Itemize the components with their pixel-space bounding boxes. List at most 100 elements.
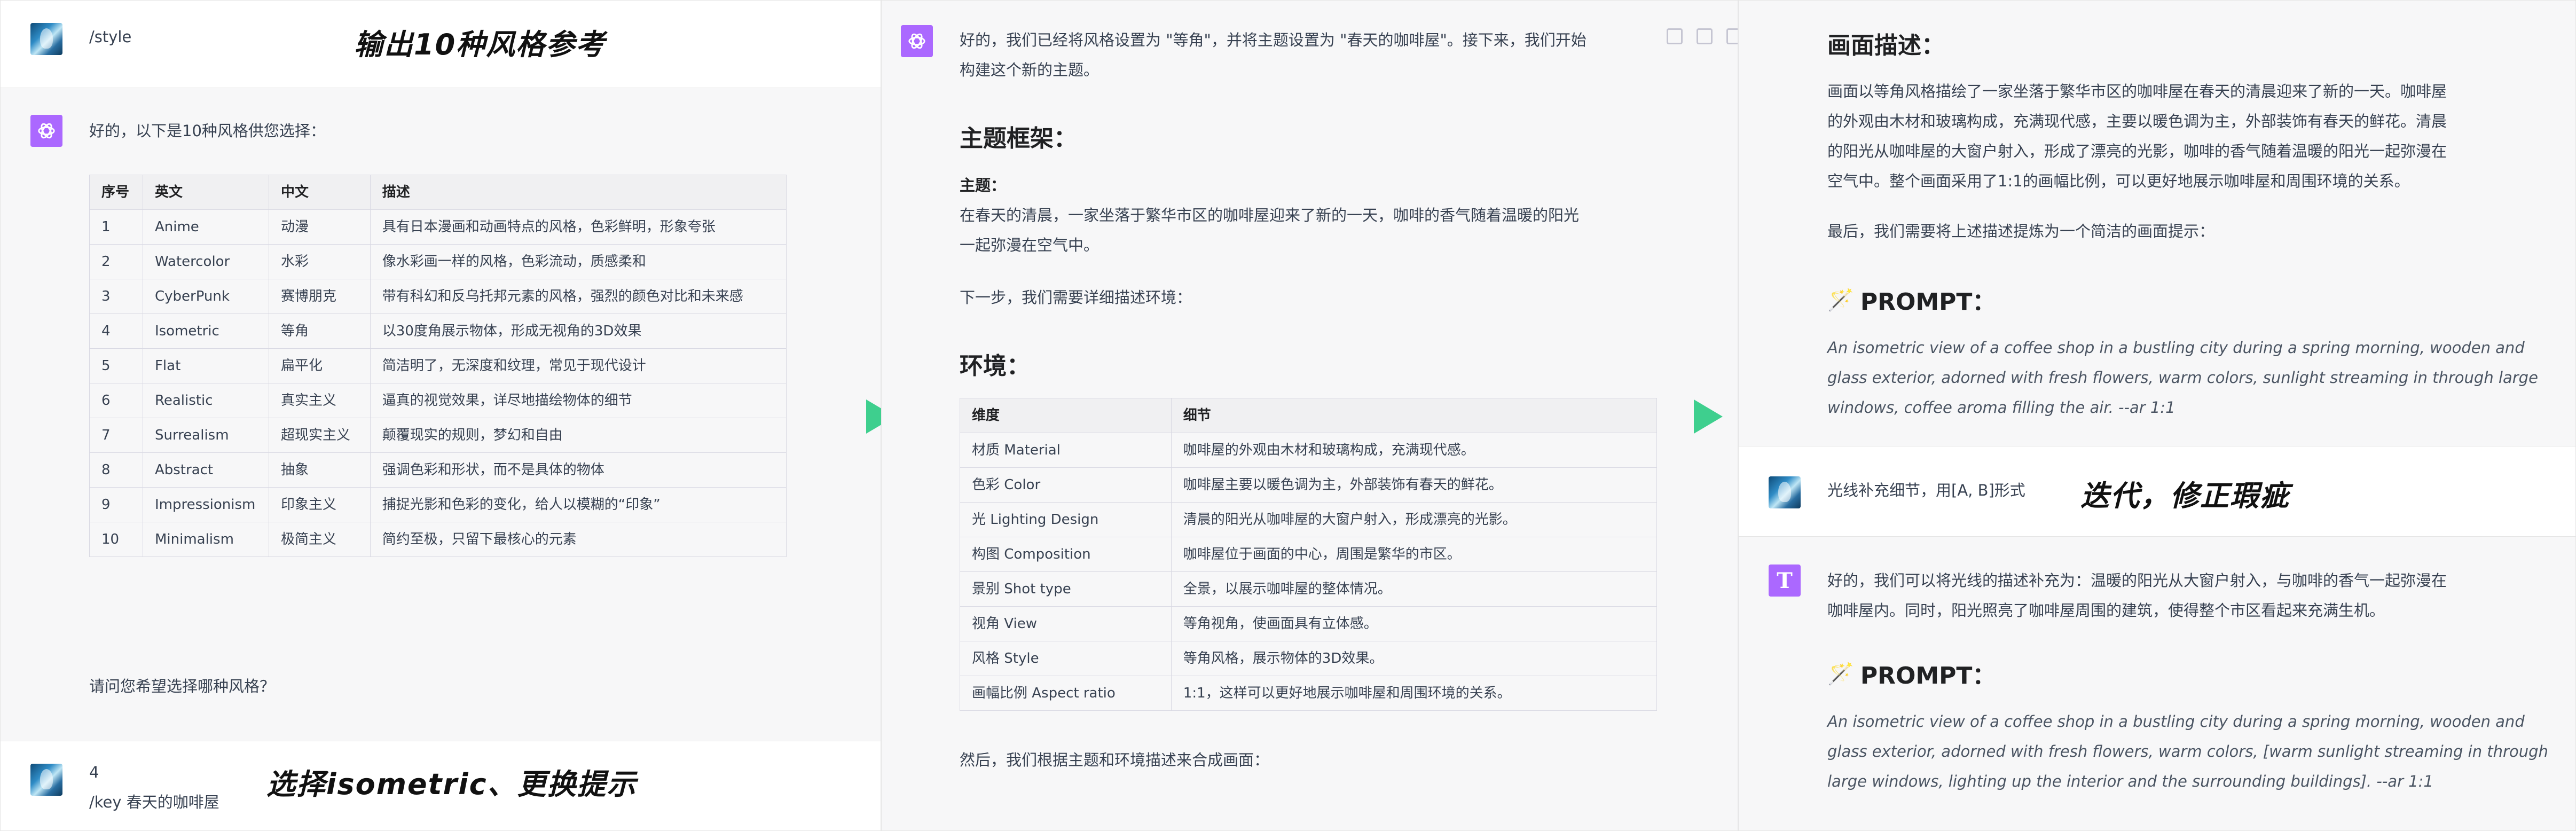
table-cell: 水彩 [268,244,371,279]
table-row: 景别 Shot type 全景，以展示咖啡屋的整体情况。 [960,571,1658,607]
table-cell: 光 Lighting Design [960,502,1172,537]
openai-logo-icon [38,123,55,139]
table-header-cell: 细节 [1171,398,1658,433]
table-cell: 简约至极，只留下最核心的元素 [370,522,787,557]
description-line: 画面以等角风格描绘了一家坐落于繁华市区的咖啡屋在春天的清晨迎来了新的一天。咖啡屋 [1827,82,2447,100]
prompt-heading-1: 🪄 PROMPT： [1827,287,1996,316]
assistant-avatar: T [1769,565,1801,597]
table-header-cell: 英文 [142,175,269,210]
table-cell: Surrealism [142,418,269,453]
table-cell: 8 [89,452,143,488]
table-row: 10 Minimalism 极简主义 简约至极，只留下最核心的元素 [89,522,787,557]
user-avatar [30,23,62,55]
finally-text: 最后，我们需要将上述描述提炼为一个简洁的画面提示： [1827,222,2215,240]
user-message-row: 光线补充细节，用[A, B]形式 迭代，修正瑕疵 [1739,446,2575,537]
table-row: 4 Isometric 等角 以30度角展示物体，形成无视角的3D效果 [89,313,787,349]
prompt-text-1: An isometric view of a coffee shop in a … [1827,333,2538,422]
chat-panel-style-selection: /style 输出10种风格参考 好的，以下是10种风格供您选择： 序号 英文 中文… [0,0,881,831]
style-table: 序号 英文 中文 描述 1 Anime 动漫 具有日本漫画和动画特点的风格，色彩鲜明，形象夸… [89,175,787,557]
table-row: 9 Impressionism 印象主义 捕捉光影和色彩的变化，给人以模糊的“印象” [89,487,787,522]
user-reply-number: 4 [89,763,99,781]
prompt-line: An isometric view of a coffee shop in a … [1827,712,2525,731]
table-cell: 咖啡屋的外观由木材和玻璃构成，充满现代感。 [1171,433,1658,468]
style-question: 请问您希望选择哪种风格？ [89,677,276,695]
thumbs-up-icon[interactable] [1697,28,1713,44]
table-row: 5 Flat 扁平化 简洁明了，无深度和纹理，常见于现代设计 [89,348,787,383]
prompt-heading-2: 🪄 PROMPT： [1827,661,1996,690]
table-row: 色彩 Color 咖啡屋主要以暖色调为主，外部装饰有春天的鲜花。 [960,467,1658,503]
table-cell: 捕捉光影和色彩的变化，给人以模糊的“印象” [370,487,787,522]
user-reply-key: /key 春天的咖啡屋 [89,793,219,811]
table-cell: 画幅比例 Aspect ratio [960,676,1172,711]
annotation-caption: 迭代，修正瑕疵 [2080,479,2290,513]
table-row: 材质 Material 咖啡屋的外观由木材和玻璃构成，充满现代感。 [960,433,1658,468]
table-cell: 1:1，这样可以更好地展示咖啡屋和周围环境的关系。 [1171,676,1658,711]
table-cell: Realistic [142,383,269,418]
assistant-avatar [901,25,933,57]
message-actions [1667,28,1738,44]
theme-line2: 一起弥漫在空气中。 [960,236,1099,254]
table-cell: 具有日本漫画和动画特点的风格，色彩鲜明，形象夸张 [370,209,787,245]
table-cell: Minimalism [142,522,269,557]
table-cell: 材质 Material [960,433,1172,468]
table-row: 6 Realistic 真实主义 逼真的视觉效果，详尽地描绘物体的细节 [89,383,787,418]
table-cell: 咖啡屋主要以暖色调为主，外部装饰有春天的鲜花。 [1171,467,1658,503]
prompt-line: An isometric view of a coffee shop in a … [1827,339,2525,357]
table-header-cell: 中文 [268,175,371,210]
table-row: 2 Watercolor 水彩 像水彩画一样的风格，色彩流动，质感柔和 [89,244,787,279]
table-cell: 超现实主义 [268,418,371,453]
table-cell: 清晨的阳光从咖啡屋的大窗户射入，形成漂亮的光影。 [1171,502,1658,537]
table-cell: 等角风格，展示物体的3D效果。 [1171,641,1658,676]
table-cell: 真实主义 [268,383,371,418]
table-row: 视角 View 等角视角，使画面具有立体感。 [960,606,1658,641]
table-cell: 带有科幻和反乌托邦元素的风格，强烈的颜色对比和未来感 [370,279,787,314]
table-cell: 逼真的视觉效果，详尽地描绘物体的细节 [370,383,787,418]
table-cell: 6 [89,383,143,418]
synthesis-text: 然后，我们根据主题和环境描述来合成画面： [960,751,1270,769]
table-cell: 抽象 [268,452,371,488]
table-cell: 印象主义 [268,487,371,522]
table-cell: 颠覆现实的规则，梦幻和自由 [370,418,787,453]
table-cell: 动漫 [268,209,371,245]
table-cell: 赛博朋克 [268,279,371,314]
table-row: 1 Anime 动漫 具有日本漫画和动画特点的风格，色彩鲜明，形象夸张 [89,209,787,245]
table-row: 风格 Style 等角风格，展示物体的3D效果。 [960,641,1658,676]
table-cell: 景别 Shot type [960,571,1172,607]
table-cell: 等角视角，使画面具有立体感。 [1171,606,1658,641]
user-command: /style [89,28,132,46]
table-cell: 强调色彩和形状，而不是具体的物体 [370,452,787,488]
reply-line: 咖啡屋内。同时，阳光照亮了咖啡屋周围的建筑，使得整个市区看起来充满生机。 [1827,601,2385,620]
table-row: 画幅比例 Aspect ratio 1:1，这样可以更好地展示咖啡屋和周围环境的关… [960,676,1658,711]
table-cell: 5 [89,348,143,383]
description-line: 的外观由木材和玻璃构成，充满现代感，主要以暖色调为主，外部装饰有春天的鲜花。清晨 [1827,112,2447,130]
table-cell: 以30度角展示物体，形成无视角的3D效果 [370,313,787,349]
table-cell: 风格 Style [960,641,1172,676]
assistant-intro-line1: 好的，我们已经将风格设置为 "等角"，并将主题设置为 "春天的咖啡屋"。接下来，… [960,31,1587,49]
table-cell: 咖啡屋位于画面的中心，周围是繁华的市区。 [1171,537,1658,572]
assistant-lighting-reply: 好的，我们可以将光线的描述补充为：温暖的阳光从大窗户射入，与咖啡的香气一起弥漫在… [1827,566,2447,625]
table-cell: 2 [89,244,143,279]
table-cell: Isometric [142,313,269,349]
copy-icon[interactable] [1667,28,1683,44]
flow-arrow-icon [1694,399,1723,434]
prompt-text-2: An isometric view of a coffee shop in a … [1827,707,2548,796]
assistant-intro-line2: 构建这个新的主题。 [960,61,1099,79]
table-cell: Abstract [142,452,269,488]
user-message-row: /style 输出10种风格参考 [1,1,881,88]
section-heading-environment: 环境： [960,352,1030,380]
assistant-avatar [30,115,62,147]
section-heading-description: 画面描述： [1827,32,1945,59]
prompt-line: glass exterior, adorned with fresh flowe… [1827,369,2538,387]
table-cell: Watercolor [142,244,269,279]
table-row: 7 Surrealism 超现实主义 颠覆现实的规则，梦幻和自由 [89,418,787,453]
chat-panel-prompt-iteration: 画面描述： 画面以等角风格描绘了一家坐落于繁华市区的咖啡屋在春天的清晨迎来了新的… [1738,0,2576,831]
description-paragraph: 画面以等角风格描绘了一家坐落于繁华市区的咖啡屋在春天的清晨迎来了新的一天。咖啡屋… [1827,76,2447,196]
table-cell: 色彩 Color [960,467,1172,503]
thumbs-down-icon[interactable] [1726,28,1738,44]
table-cell: 视角 View [960,606,1172,641]
user-reply-row: 4 /key 春天的咖啡屋 选择isometric、更换提示 [1,741,881,830]
table-row: 8 Abstract 抽象 强调色彩和形状，而不是具体的物体 [89,452,787,488]
table-cell: 1 [89,209,143,245]
magic-wand-icon: 🪄 [1827,661,1854,686]
table-cell: 3 [89,279,143,314]
